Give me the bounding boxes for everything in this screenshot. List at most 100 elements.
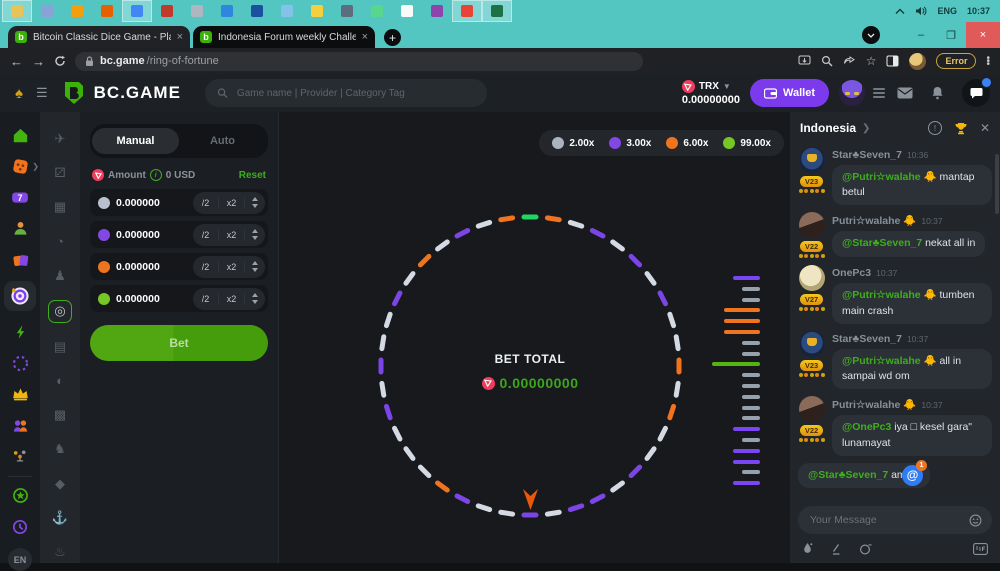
info-icon[interactable]: i — [150, 169, 162, 181]
rank-list-icon[interactable] — [873, 88, 885, 98]
sidebar-item-lottery[interactable] — [10, 354, 30, 373]
user-avatar[interactable] — [799, 331, 825, 357]
sidebar-game-tower[interactable]: ◆ — [49, 473, 71, 494]
bet-amount-value[interactable]: 0.000000 — [116, 293, 160, 305]
sidebar-item-ring-of-fortune-active[interactable] — [4, 281, 36, 311]
side-panel-icon[interactable] — [886, 55, 899, 67]
stepper-up-icon[interactable] — [252, 197, 258, 201]
taskbar-app-notes[interactable] — [182, 0, 212, 22]
sidebar-game-crash[interactable]: ✈ — [49, 128, 71, 149]
tab-search-chevron-icon[interactable] — [862, 26, 880, 44]
chat-room-name[interactable]: Indonesia — [800, 121, 856, 135]
taskbar-app-firefox[interactable] — [92, 0, 122, 22]
user-avatar[interactable] — [799, 147, 825, 173]
sidebar-game-plinko[interactable]: ◔ — [49, 231, 71, 252]
taskbar-app-kmplayer[interactable] — [422, 0, 452, 22]
chat-bubble[interactable]: @Putri☆walahe 🐥 all in sampai wd om — [832, 349, 992, 389]
sidebar-item-slots[interactable]: 7 — [10, 188, 30, 207]
sidebar-item-bonus[interactable] — [10, 323, 30, 342]
sidebar-item-home[interactable] — [10, 126, 30, 145]
sidebar-item-vip[interactable] — [10, 385, 30, 404]
user-avatar[interactable] — [799, 396, 825, 422]
chat-username[interactable]: Putri☆walahe 🐥 — [832, 214, 916, 227]
taskbar-app-chrome-2[interactable] — [452, 0, 482, 22]
sidebar-item-recent[interactable] — [10, 517, 30, 536]
half-button[interactable]: /2 — [193, 198, 218, 208]
chat-mention[interactable]: @Star♣Seven_7 — [808, 469, 888, 481]
sidebar-game-mines[interactable]: ▦ — [49, 197, 71, 218]
zoom-icon[interactable] — [821, 55, 833, 67]
close-window-button[interactable]: × — [966, 22, 1000, 48]
menu-hamburger-icon[interactable]: ☰ — [36, 85, 48, 101]
rules-slash-icon[interactable] — [830, 543, 842, 555]
chat-mention[interactable]: @OnePc3 — [842, 421, 891, 433]
new-tab-button[interactable]: + — [384, 29, 401, 46]
sidebar-game-dice[interactable]: ⚂ — [49, 162, 71, 183]
browser-menu-icon[interactable]: ••• — [986, 57, 990, 66]
chevron-right-icon[interactable]: ❯ — [862, 123, 870, 134]
taskbar-app-search-tool[interactable] — [272, 0, 302, 22]
taskbar-app-game-app[interactable] — [362, 0, 392, 22]
reset-button[interactable]: Reset — [239, 170, 266, 181]
stepper-down-icon[interactable] — [252, 268, 258, 272]
wallet-button[interactable]: Wallet — [750, 79, 829, 107]
bet-amount-value[interactable]: 0.000000 — [116, 261, 160, 273]
coin-drop-icon[interactable] — [802, 542, 813, 555]
chat-mention[interactable]: @Putri☆walahe 🐥 — [842, 355, 937, 367]
half-button[interactable]: /2 — [193, 230, 218, 240]
sidebar-game-ring-of-fortune-active[interactable]: ◎ — [48, 300, 72, 323]
chat-username[interactable]: Star♣Seven_7 — [832, 149, 902, 161]
close-tab-icon[interactable]: × — [177, 32, 183, 43]
close-chat-icon[interactable]: ✕ — [980, 121, 990, 135]
balance-widget[interactable]: TRX ▼ 0.00000000 — [682, 80, 740, 106]
chat-bubble[interactable]: @Putri☆walahe 🐥 mantap betul — [832, 165, 992, 205]
double-button[interactable]: x2 — [218, 230, 244, 240]
chat-mention[interactable]: @Star♣Seven_7 — [842, 237, 922, 249]
taskbar-app-chrome[interactable] — [122, 0, 152, 22]
chat-mention[interactable]: @Putri☆walahe 🐥 — [842, 289, 937, 301]
sidebar-item-live-casino[interactable] — [10, 219, 30, 238]
sidebar-game-roulette[interactable]: ♨ — [49, 542, 71, 563]
taskbar-app-excel[interactable] — [482, 0, 512, 22]
language-badge[interactable]: EN — [8, 548, 32, 571]
taskbar-app-file-explorer[interactable] — [2, 0, 32, 22]
error-badge[interactable]: Error — [936, 53, 976, 69]
taskbar-app-media-player[interactable] — [62, 0, 92, 22]
bet-button[interactable]: Bet — [90, 325, 268, 361]
double-button[interactable]: x2 — [218, 294, 244, 304]
taskbar-app-flower-app[interactable] — [392, 0, 422, 22]
browser-tab-active[interactable]: b Bitcoin Classic Dice Game - Play | × — [8, 26, 190, 48]
amount-stepper[interactable] — [244, 293, 265, 304]
sidebar-item-free-spin[interactable] — [10, 486, 30, 505]
sidebar-item-affiliate[interactable] — [10, 447, 30, 466]
bet-amount-value[interactable]: 0.000000 — [116, 197, 160, 209]
tray-chevron-up-icon[interactable] — [895, 8, 905, 15]
chat-rules-icon[interactable]: ! — [928, 121, 942, 135]
browser-profile-avatar[interactable] — [909, 53, 926, 70]
chat-mention[interactable]: @Putri☆walahe 🐥 — [842, 171, 937, 183]
tray-language[interactable]: ENG — [937, 6, 957, 16]
tray-clock[interactable]: 10:37 — [967, 6, 990, 16]
taskbar-app-photo-viewer[interactable] — [32, 0, 62, 22]
forward-icon[interactable]: → — [32, 55, 45, 68]
bookmark-star-icon[interactable]: ☆ — [866, 55, 877, 67]
sidebar-item-casino[interactable]: ❯ — [10, 157, 30, 176]
browser-tab-2[interactable]: b Indonesia Forum weekly Challeng × — [193, 26, 375, 48]
chat-username[interactable]: OnePc3 — [832, 267, 871, 279]
chat-toggle-button[interactable] — [962, 79, 990, 107]
game-search[interactable] — [205, 79, 487, 107]
chat-bubble[interactable]: @Putri☆walahe 🐥 tumben main crash — [832, 283, 992, 323]
sidebar-item-refer-friends[interactable] — [10, 416, 30, 435]
sidebar-game-keno[interactable]: ▩ — [49, 405, 71, 426]
minimize-button[interactable]: – — [906, 22, 936, 48]
stepper-down-icon[interactable] — [252, 300, 258, 304]
tab-manual[interactable]: Manual — [92, 128, 179, 154]
bet-amount-value[interactable]: 0.000000 — [116, 229, 160, 241]
taskbar-app-idm[interactable] — [212, 0, 242, 22]
user-avatar[interactable] — [839, 80, 865, 106]
maximize-button[interactable]: ❐ — [936, 22, 966, 48]
chat-bubble[interactable]: @Star♣Seven_7 nekat all in — [832, 231, 985, 256]
amount-stepper[interactable] — [244, 229, 265, 240]
share-icon[interactable] — [843, 55, 856, 67]
sidebar-item-promotions[interactable] — [10, 250, 30, 269]
